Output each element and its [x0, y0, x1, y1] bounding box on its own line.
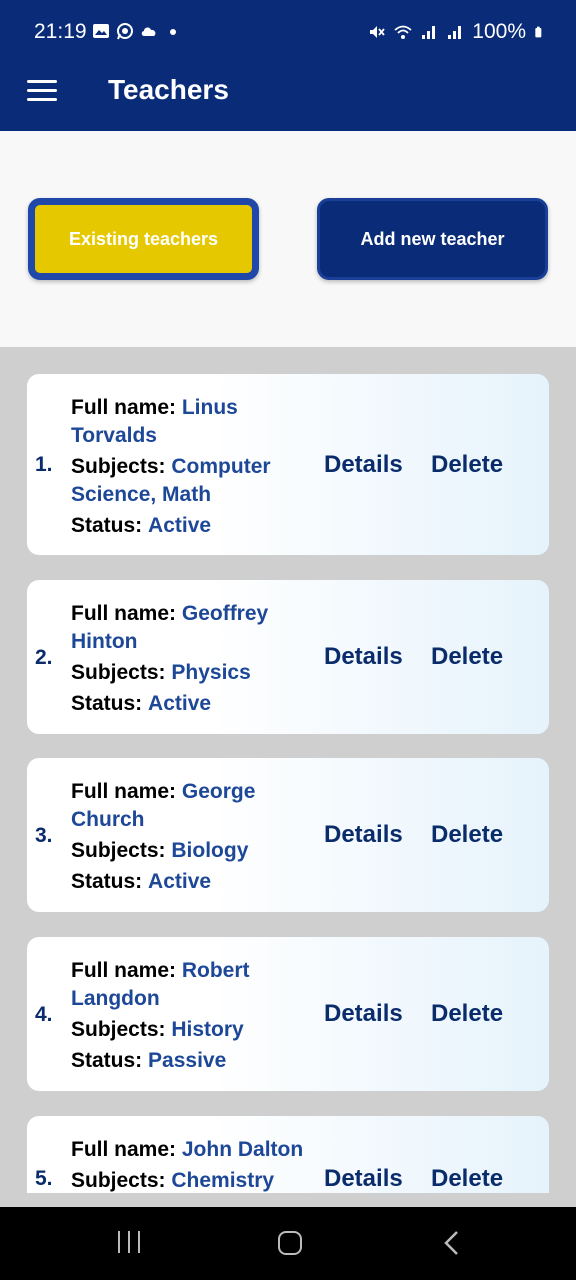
teacher-card: 5. Full name: John Dalton Subjects: Chem…	[27, 1116, 549, 1193]
teacher-info: Full name: John Dalton Subjects: Chemist…	[71, 1136, 321, 1193]
gallery-icon	[93, 24, 109, 38]
cloud-icon	[141, 27, 156, 36]
teacher-info: Full name: Robert Langdon Subjects: Hist…	[71, 957, 286, 1078]
details-button[interactable]: Details	[324, 643, 403, 671]
details-button[interactable]: Details	[324, 451, 403, 479]
status-label: Status:	[71, 1049, 143, 1072]
delete-button[interactable]: Delete	[431, 451, 503, 479]
subjects-label: Subjects:	[71, 1169, 166, 1192]
system-nav-bar	[0, 1207, 576, 1280]
teacher-card: 1. Full name: Linus Torvalds Subjects: C…	[27, 374, 549, 555]
status-label: Status:	[71, 692, 143, 715]
full-name-label: Full name:	[71, 396, 177, 419]
teacher-subjects: History	[171, 1018, 244, 1041]
teacher-status: Active	[148, 692, 212, 715]
delete-button[interactable]: Delete	[431, 821, 503, 849]
teacher-status: Active	[148, 870, 212, 893]
details-button[interactable]: Details	[324, 1000, 403, 1028]
hamburger-icon[interactable]	[27, 80, 57, 102]
status-left-icons	[92, 22, 182, 40]
home-icon[interactable]	[278, 1231, 302, 1255]
signal-icon	[422, 26, 436, 39]
subjects-label: Subjects:	[71, 1018, 166, 1041]
teacher-index: 3.	[35, 824, 53, 847]
status-time: 21:19	[34, 20, 87, 43]
status-right-icons: 100%	[368, 20, 546, 44]
details-button[interactable]: Details	[324, 821, 403, 849]
teacher-status: Passive	[148, 1049, 227, 1072]
recent-apps-icon[interactable]	[118, 1231, 142, 1255]
subjects-label: Subjects:	[71, 839, 166, 862]
teacher-info: Full name: Linus Torvalds Subjects: Comp…	[71, 394, 286, 543]
status-label: Status:	[71, 514, 143, 537]
subjects-label: Subjects:	[71, 455, 166, 478]
details-button[interactable]: Details	[324, 1165, 403, 1193]
signal-icon-2	[448, 26, 462, 39]
teacher-status: Active	[148, 514, 212, 537]
existing-teachers-button[interactable]: Existing teachers	[28, 198, 259, 280]
subjects-label: Subjects:	[71, 661, 166, 684]
teacher-subjects: Chemistry	[171, 1169, 275, 1192]
full-name-label: Full name:	[71, 780, 177, 803]
dot-icon	[170, 29, 176, 35]
teacher-card: 4. Full name: Robert Langdon Subjects: H…	[27, 937, 549, 1091]
battery-icon	[535, 26, 542, 38]
delete-button[interactable]: Delete	[431, 643, 503, 671]
status-bar: 21:19 100%	[0, 0, 576, 62]
teacher-list[interactable]: 1. Full name: Linus Torvalds Subjects: C…	[0, 347, 576, 1193]
full-name-label: Full name:	[71, 1138, 177, 1161]
teacher-index: 5.	[35, 1167, 53, 1190]
full-name-label: Full name:	[71, 959, 177, 982]
battery-percent: 100%	[472, 20, 526, 43]
add-new-teacher-button[interactable]: Add new teacher	[317, 198, 548, 280]
wifi-icon	[394, 25, 412, 39]
delete-button[interactable]: Delete	[431, 1000, 503, 1028]
teacher-index: 2.	[35, 646, 53, 669]
mute-icon	[370, 26, 385, 38]
teacher-index: 4.	[35, 1003, 53, 1026]
teacher-name: John Dalton	[181, 1138, 304, 1161]
delete-button[interactable]: Delete	[431, 1165, 503, 1193]
tab-buttons-area: Existing teachers Add new teacher	[0, 131, 576, 347]
teacher-card: 3. Full name: George Church Subjects: Bi…	[27, 758, 549, 912]
teacher-index: 1.	[35, 453, 53, 476]
status-label: Status:	[71, 870, 143, 893]
teacher-subjects: Physics	[171, 661, 251, 684]
page-title: Teachers	[108, 74, 229, 105]
teacher-info: Full name: Geoffrey Hinton Subjects: Phy…	[71, 600, 286, 721]
teacher-info: Full name: George Church Subjects: Biolo…	[71, 778, 286, 899]
back-icon[interactable]	[440, 1229, 464, 1257]
teacher-card: 2. Full name: Geoffrey Hinton Subjects: …	[27, 580, 549, 734]
teacher-subjects: Biology	[171, 839, 249, 862]
full-name-label: Full name:	[71, 602, 177, 625]
app-bar: Teachers	[0, 62, 576, 131]
whatsapp-icon	[117, 23, 133, 40]
